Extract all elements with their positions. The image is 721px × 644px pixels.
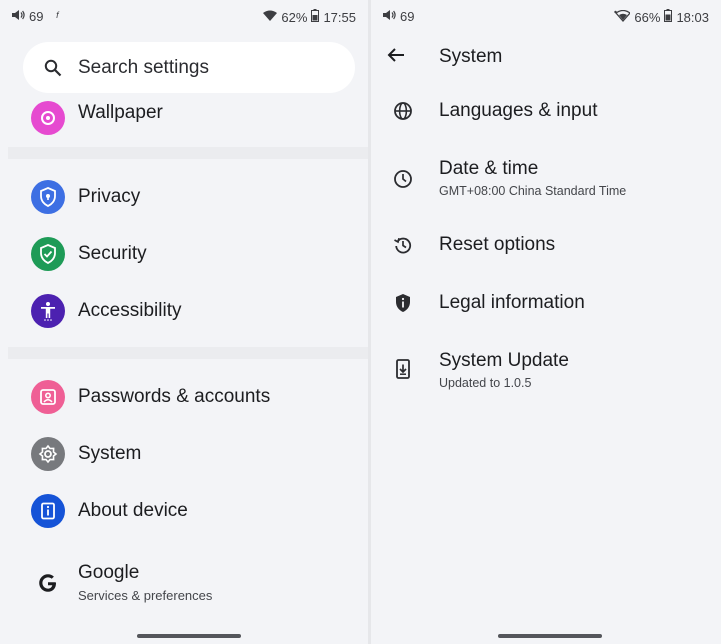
wallpaper-icon (31, 101, 65, 135)
settings-item-passwords-accounts[interactable]: Passwords & accounts (0, 369, 368, 425)
status-bar: 69 66% 18:03 (371, 0, 721, 34)
wifi-icon (614, 9, 632, 25)
system-item-label: Languages & input (439, 100, 598, 121)
google-icon (31, 566, 65, 600)
system-item-sublabel: Updated to 1.0.5 (439, 376, 532, 390)
clock-time: 18:03 (676, 9, 709, 25)
search-bar[interactable]: Search settings (23, 42, 355, 93)
settings-item-label: Security (78, 243, 147, 264)
settings-item-label: Passwords & accounts (78, 386, 271, 407)
clock-icon (389, 165, 417, 193)
about-icon (31, 494, 65, 528)
system-item-label: Legal information (439, 292, 585, 313)
settings-item-system[interactable]: System (0, 426, 368, 482)
accessibility-icon (31, 294, 65, 328)
system-item-legal-information[interactable]: Legal information (371, 280, 721, 328)
settings-item-sublabel: Services & preferences (78, 588, 213, 603)
settings-item-label: About device (78, 500, 188, 521)
back-button[interactable] (383, 44, 409, 70)
system-item-languages-input[interactable]: Languages & input (371, 88, 721, 136)
clock-time: 17:55 (323, 9, 356, 25)
globe-icon (389, 97, 417, 125)
settings-main-screen: 69 ᶠ 62% 17:55 Wallpaper Search settings (0, 0, 368, 644)
settings-item-label: System (78, 443, 142, 464)
legal-shield-icon (389, 289, 417, 317)
settings-item-accessibility[interactable]: Accessibility (0, 283, 368, 339)
section-divider (8, 347, 368, 359)
settings-item-label: Google (78, 562, 140, 583)
gesture-nav-handle[interactable] (137, 634, 241, 638)
settings-item-label: Wallpaper (78, 102, 163, 123)
system-update-icon (389, 355, 417, 383)
app-bar: System (371, 36, 721, 76)
settings-item-privacy[interactable]: Privacy (0, 169, 368, 225)
gesture-nav-handle[interactable] (498, 634, 602, 638)
system-item-label: System Update (439, 350, 569, 371)
system-item-system-update[interactable]: System Update Updated to 1.0.5 (371, 342, 721, 402)
system-item-date-time[interactable]: Date & time GMT+08:00 China Standard Tim… (371, 150, 721, 210)
volume-level: 69 (400, 9, 415, 24)
search-input[interactable]: Search settings (78, 57, 209, 79)
system-settings-screen: 69 66% 18:03 System Languages & input Da… (371, 0, 721, 644)
settings-item-about-device[interactable]: About device (0, 483, 368, 539)
wifi-icon (263, 10, 278, 25)
section-divider (8, 147, 368, 159)
system-item-sublabel: GMT+08:00 China Standard Time (439, 184, 627, 198)
notification-icon: ᶠ (55, 9, 59, 24)
reset-icon (389, 231, 417, 259)
back-arrow-icon (387, 47, 405, 68)
battery-icon (664, 9, 673, 25)
volume-icon (11, 9, 25, 24)
battery-percent: 62% (281, 9, 308, 25)
status-bar: 69 ᶠ 62% 17:55 (0, 0, 368, 34)
volume-icon (382, 9, 396, 24)
settings-item-label: Privacy (78, 186, 141, 207)
volume-level: 69 (29, 9, 44, 24)
settings-item-label: Accessibility (78, 300, 182, 321)
system-item-reset-options[interactable]: Reset options (371, 222, 721, 270)
system-item-label: Date & time (439, 158, 539, 179)
page-title: System (439, 46, 503, 67)
settings-item-security[interactable]: Security (0, 226, 368, 282)
passwords-icon (31, 380, 65, 414)
battery-percent: 66% (634, 9, 661, 25)
system-icon (31, 437, 65, 471)
battery-icon (311, 9, 320, 25)
settings-item-google[interactable]: Google Services & preferences (0, 552, 368, 614)
security-icon (31, 237, 65, 271)
search-icon (42, 57, 64, 79)
privacy-icon (31, 180, 65, 214)
system-item-label: Reset options (439, 234, 556, 255)
